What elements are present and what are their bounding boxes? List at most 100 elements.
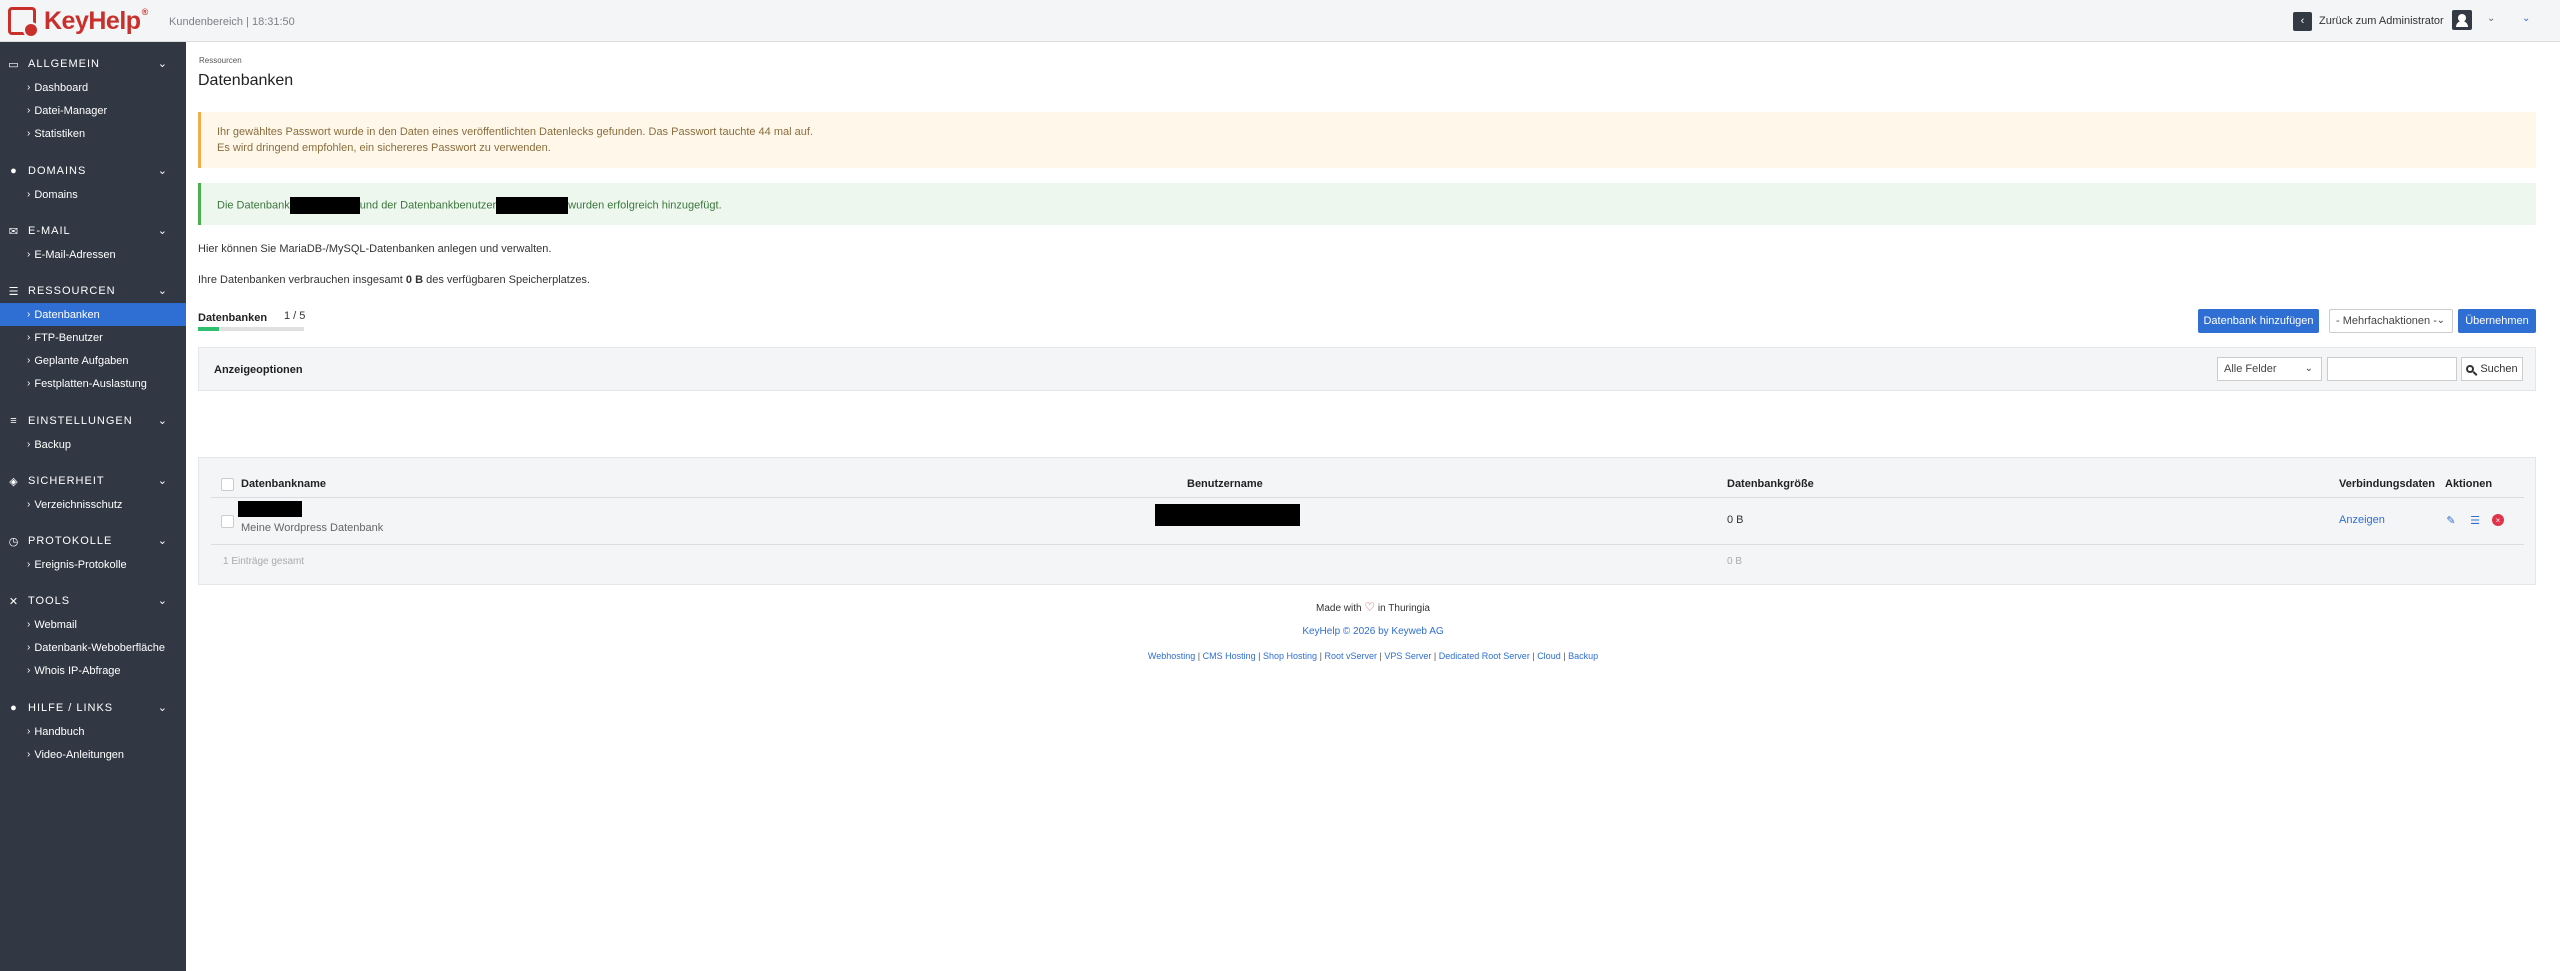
show-connection-link[interactable]: Anzeigen (2339, 514, 2385, 526)
footer-link-webhosting[interactable]: Webhosting (1148, 651, 1195, 661)
search-input[interactable] (2327, 357, 2457, 381)
group-header-allgemein[interactable]: ▭ Allgemein ⌄ (0, 52, 186, 76)
footer-link-vps-server[interactable]: VPS Server (1384, 651, 1431, 661)
nav-group-tools: ✕ Tools ⌄ › Webmail › Datenbank-Weboberfläch… (0, 589, 186, 682)
total-size: 0 B (1727, 556, 1743, 567)
redacted-database-name (238, 501, 302, 517)
database-table: Datenbankname Benutzername Datenbankgröß… (198, 457, 2536, 585)
group-header-protokolle[interactable]: ◷ Protokolle ⌄ (0, 529, 186, 553)
chevron-down-icon: ⌄ (157, 165, 168, 177)
keyhelp-logo[interactable]: KeyHelp® (8, 5, 148, 38)
logo-text: KeyHelp® (44, 6, 148, 35)
sidebar-item-statistiken[interactable]: › Statistiken (0, 122, 186, 145)
group-header-email[interactable]: ✉ E-Mail ⌄ (0, 219, 186, 243)
group-header-einstellungen[interactable]: ≡ Einstellungen ⌄ (0, 409, 186, 433)
group-header-domains[interactable]: ● Domains ⌄ (0, 159, 186, 183)
question-icon: ● (10, 702, 18, 714)
quota-count: 1 / 5 (284, 310, 306, 322)
sidebar-item-domains[interactable]: › Domains (0, 183, 186, 206)
nav-group-email: ✉ E-Mail ⌄ › E-Mail-Adressen (0, 219, 186, 266)
sidebar-item-datei-manager[interactable]: › Datei-Manager (0, 99, 186, 122)
chevron-down-icon[interactable]: ⌄ (2522, 13, 2530, 24)
chevron-down-icon[interactable]: ⌄ (2487, 13, 2495, 24)
nav-group-protokolle: ◷ Protokolle ⌄ › Ereignis-Protokolle (0, 529, 186, 576)
sidebar-item-verzeichnisschutz[interactable]: › Verzeichnisschutz (0, 493, 186, 516)
sidebar-item-datenbanken[interactable]: › Datenbanken (0, 303, 186, 326)
sidebar-item-handbuch[interactable]: › Handbuch (0, 720, 186, 743)
search-button[interactable]: Suchen (2461, 357, 2523, 381)
chevron-down-icon: ⌄ (157, 58, 168, 70)
header-benutzername[interactable]: Benutzername (1187, 478, 1263, 490)
redacted-database-user (496, 197, 569, 214)
chevron-left-icon: ‹ (2293, 11, 2312, 31)
globe-icon: ● (10, 165, 18, 177)
user-icon[interactable] (2452, 10, 2472, 30)
apply-button[interactable]: Übernehmen (2458, 309, 2536, 333)
shield-icon: ◈ (9, 475, 19, 488)
sidebar-item-dashboard[interactable]: › Dashboard (0, 76, 186, 99)
footer-link-shop-hosting[interactable]: Shop Hosting (1263, 651, 1317, 661)
add-database-button[interactable]: Datenbank hinzufügen (2198, 309, 2319, 333)
back-to-admin-button[interactable]: ‹ Zurück zum Administrator (2293, 10, 2444, 32)
monitor-icon: ▭ (8, 58, 20, 71)
nav-group-einstellungen: ≡ Einstellungen ⌄ › Backup (0, 409, 186, 456)
group-header-ressourcen[interactable]: ☰ Ressourcen ⌄ (0, 279, 186, 303)
sidebar-item-email-adressen[interactable]: › E-Mail-Adressen (0, 243, 186, 266)
sidebar-item-festplatten-auslastung[interactable]: › Festplatten-Auslastung (0, 372, 186, 395)
chevron-down-icon: ⌄ (2436, 315, 2445, 326)
group-header-tools[interactable]: ✕ Tools ⌄ (0, 589, 186, 613)
chevron-down-icon: ⌄ (157, 415, 168, 427)
sidebar-item-geplante-aufgaben[interactable]: › Geplante Aufgaben (0, 349, 186, 372)
header-datenbankname[interactable]: Datenbankname (241, 478, 326, 490)
envelope-icon: ✉ (8, 225, 20, 238)
group-header-sicherheit[interactable]: ◈ Sicherheit ⌄ (0, 469, 186, 493)
footer-link-backup[interactable]: Backup (1568, 651, 1598, 661)
database-description: Meine Wordpress Datenbank (241, 522, 384, 534)
chevron-down-icon: ⌄ (157, 595, 168, 607)
heart-icon: ♡ (1364, 600, 1376, 614)
divider (211, 544, 2524, 545)
area-info: Kundenbereich | 18:31:50 (169, 16, 295, 28)
edit-icon[interactable]: ✎ (2445, 514, 2457, 527)
redacted-username (1155, 504, 1300, 526)
sidebar-item-video-anleitungen[interactable]: › Video-Anleitungen (0, 743, 186, 766)
footer-link-cms-hosting[interactable]: CMS Hosting (1203, 651, 1256, 661)
chevron-down-icon: ⌄ (157, 535, 168, 547)
sidebar-item-ereignis-protokolle[interactable]: › Ereignis-Protokolle (0, 553, 186, 576)
sidebar-item-ftp-benutzer[interactable]: › FTP-Benutzer (0, 326, 186, 349)
chevron-down-icon: ⌄ (157, 475, 168, 487)
select-all-checkbox[interactable] (221, 478, 234, 491)
tools-icon: ✕ (8, 595, 20, 608)
quota-progress-fill (198, 327, 220, 331)
page-title: Datenbanken (198, 72, 294, 89)
total-entries: 1 Einträge gesamt (223, 556, 305, 567)
top-bar: KeyHelp® Kundenbereich | 18:31:50 ‹ Zurü… (0, 0, 2560, 42)
database-icon[interactable]: ☰ (2469, 514, 2481, 527)
chevron-down-icon: ⌄ (2304, 363, 2313, 374)
footer-copyright[interactable]: KeyHelp © 2026 by Keyweb AG (186, 626, 2560, 637)
nav-group-allgemein: ▭ Allgemein ⌄ › Dashboard › Datei-Manager › S… (0, 52, 186, 145)
nav-group-ressourcen: ☰ Ressourcen ⌄ › Datenbanken › FTP-Benutzer … (0, 279, 186, 395)
bulk-actions-select[interactable]: - Mehrfachaktionen - ⌄ (2329, 309, 2453, 333)
sidebar-item-backup[interactable]: › Backup (0, 433, 186, 456)
group-header-hilfe-links[interactable]: ● Hilfe / Links ⌄ (0, 696, 186, 720)
sidebar-item-webmail[interactable]: › Webmail (0, 613, 186, 636)
delete-icon[interactable]: × (2492, 514, 2504, 526)
sidebar-item-datenbank-weboberflaeche[interactable]: › Datenbank-Weboberfläche (0, 636, 186, 659)
clock-icon: ◷ (8, 535, 20, 548)
display-options-title[interactable]: Anzeigeoptionen (214, 364, 303, 376)
quota-label: Datenbanken (198, 312, 268, 324)
breadcrumb[interactable]: Ressourcen (199, 56, 242, 65)
quota-progress-bar (198, 327, 304, 331)
footer-link-cloud[interactable]: Cloud (1537, 651, 1561, 661)
footer-link-dedicated-root-server[interactable]: Dedicated Root Server (1439, 651, 1530, 661)
redacted-database-name (289, 197, 360, 214)
footer-link-root-vserver[interactable]: Root vServer (1324, 651, 1377, 661)
search-fields-select[interactable]: Alle Felder ⌄ (2217, 357, 2322, 381)
header-datenbankgroesse[interactable]: Datenbankgröße (1727, 478, 1814, 490)
row-checkbox[interactable] (221, 515, 234, 528)
sidebar-item-whois-ip-abfrage[interactable]: › Whois IP-Abfrage (0, 659, 186, 682)
warning-line-1: Ihr gewähltes Passwort wurde in den Date… (217, 126, 813, 138)
info-text-usage: Ihre Datenbanken verbrauchen insgesamt 0… (198, 274, 590, 286)
chevron-down-icon: ⌄ (157, 702, 168, 714)
